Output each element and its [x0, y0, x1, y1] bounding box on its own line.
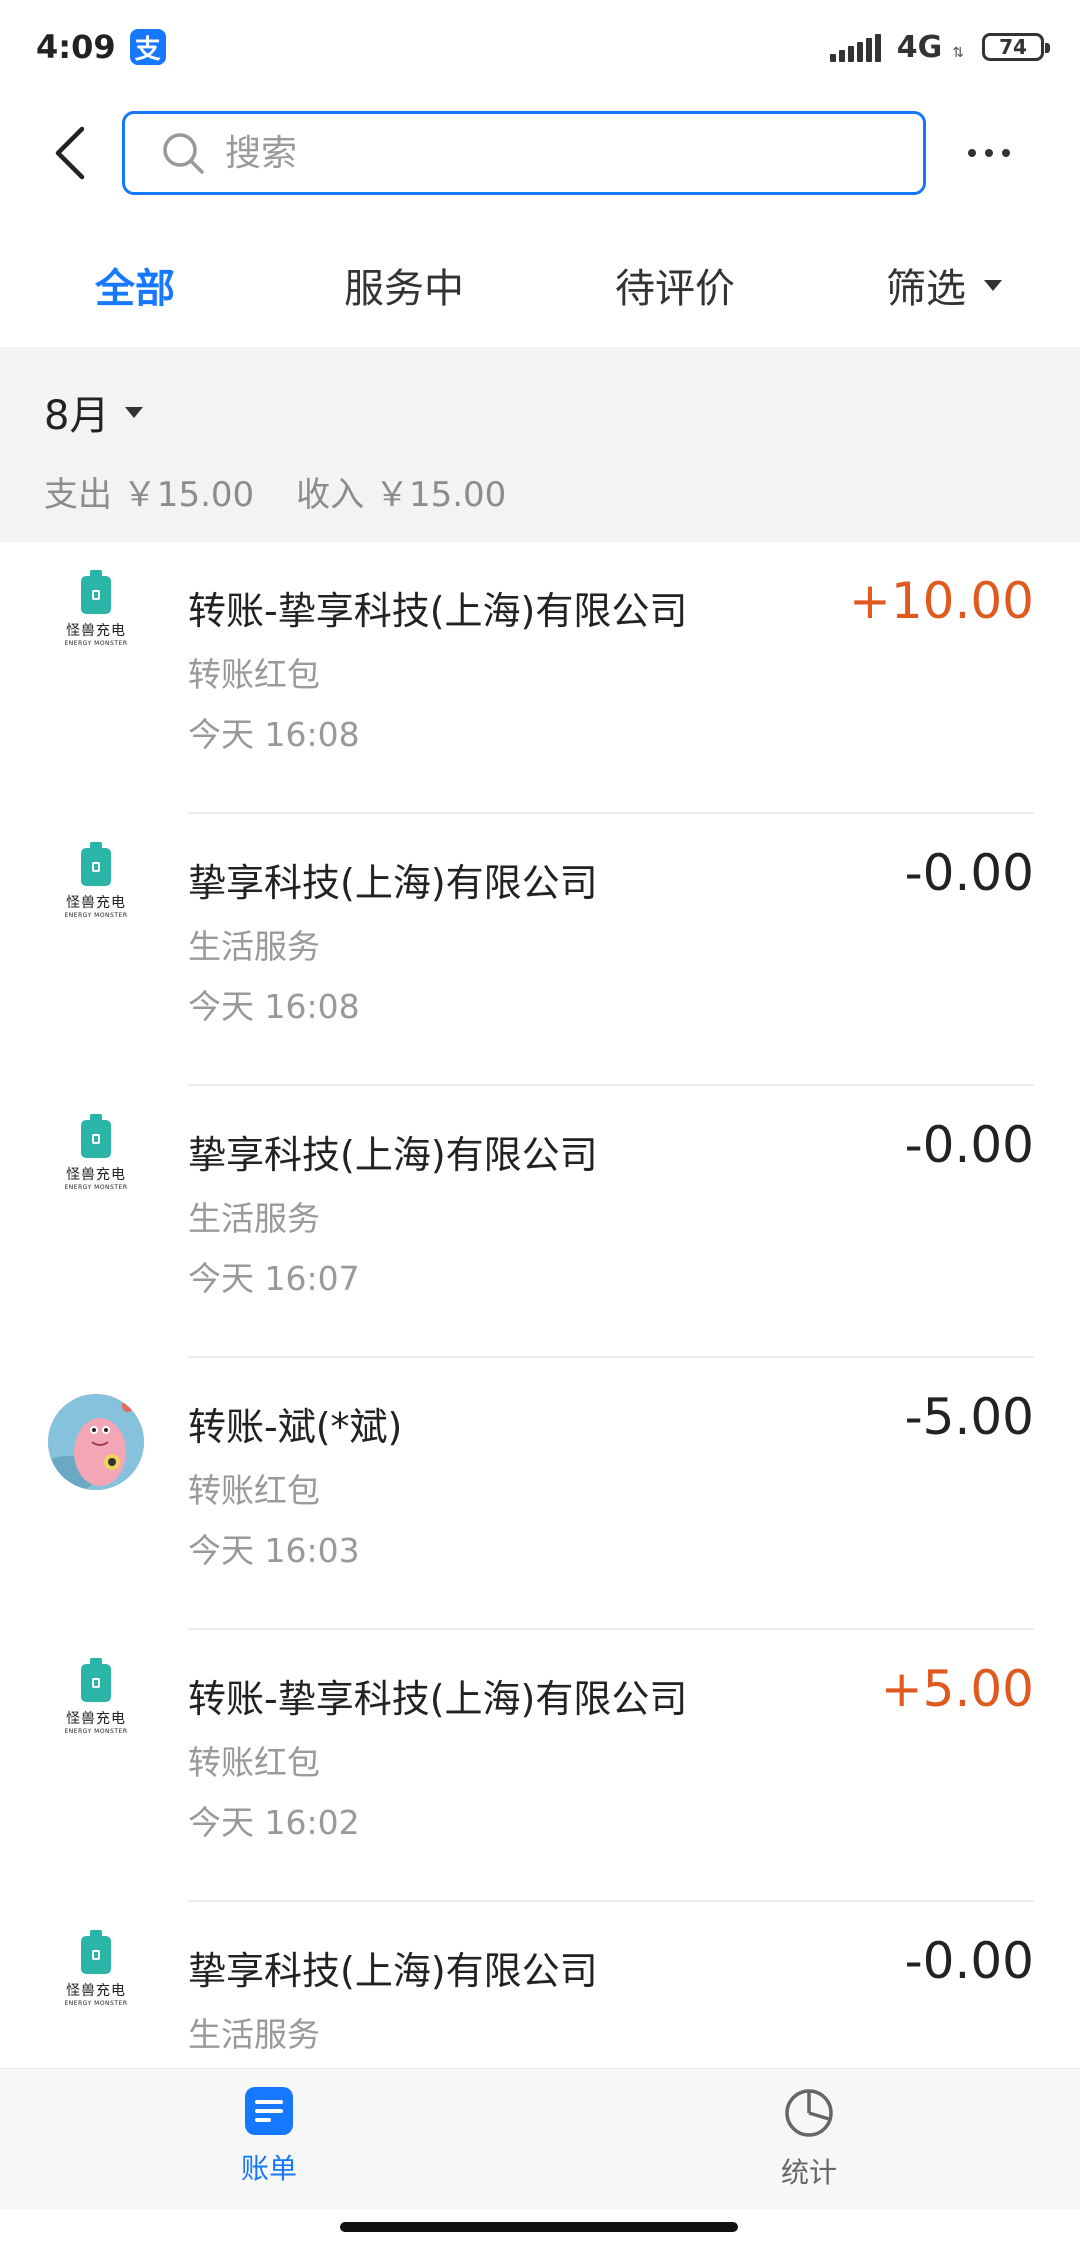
search-icon [161, 131, 205, 175]
bill-amount: +5.00 [880, 1660, 1034, 1718]
signal-icon [829, 32, 881, 62]
bill-amount: -0.00 [904, 1116, 1034, 1174]
bill-row[interactable]: 怪兽充电 ENERGY MONSTER 挚享科技(上海)有限公司 生活服务 今天… [0, 1086, 1080, 1358]
bill-title: 转账-斌(*斌) [188, 1405, 403, 1449]
more-options-button[interactable] [962, 123, 1016, 183]
month-summary: 8月 支出 ￥15.00 收入 ￥15.00 [0, 347, 1080, 542]
filter-label: 筛选 [886, 266, 966, 312]
logo-text: 怪兽充电 [66, 1983, 126, 1999]
more-dot-icon [1002, 149, 1010, 157]
nav-bills[interactable]: 账单 [189, 2087, 349, 2187]
bill-row[interactable]: 怪兽充电 ENERGY MONSTER 转账-挚享科技(上海)有限公司 转账红包… [0, 542, 1080, 814]
bill-title: 转账-挚享科技(上海)有限公司 [188, 1677, 688, 1721]
bottom-nav: 账单 统计 [0, 2068, 1080, 2209]
battery-level: 74 [999, 35, 1027, 59]
month-label: 8月 [44, 393, 110, 439]
energy-monster-logo-icon: 怪兽充电 ENERGY MONSTER [48, 842, 144, 942]
logo-subtext: ENERGY MONSTER [64, 1184, 128, 1191]
energy-monster-logo-icon: 怪兽充电 ENERGY MONSTER [48, 1114, 144, 1214]
income-total: 收入 ￥15.00 [296, 475, 507, 515]
tab-to-review[interactable]: 待评价 [615, 256, 735, 314]
header [0, 110, 1080, 196]
tab-all[interactable]: 全部 [95, 256, 175, 314]
bill-amount: -0.00 [904, 844, 1034, 902]
logo-text: 怪兽充电 [66, 623, 126, 639]
bill-row[interactable]: 怪兽充电 ENERGY MONSTER 挚享科技(上海)有限公司 生活服务 今天… [0, 814, 1080, 1086]
bill-category: 生活服务 [188, 1199, 320, 1238]
bill-title: 挚享科技(上海)有限公司 [188, 1949, 598, 1993]
bill-list: 怪兽充电 ENERGY MONSTER 转账-挚享科技(上海)有限公司 转账红包… [0, 542, 1080, 2174]
bill-row[interactable]: 怪兽充电 ENERGY MONSTER 转账-挚享科技(上海)有限公司 转账红包… [0, 1630, 1080, 1902]
energy-monster-logo-icon: 怪兽充电 ENERGY MONSTER [48, 570, 144, 670]
bill-amount: -5.00 [904, 1388, 1034, 1446]
data-activity-icon: ⇅ [952, 45, 964, 61]
bill-title: 转账-挚享科技(上海)有限公司 [188, 589, 688, 633]
bill-title: 挚享科技(上海)有限公司 [188, 1133, 598, 1177]
more-dot-icon [985, 149, 993, 157]
logo-text: 怪兽充电 [66, 895, 126, 911]
bill-row[interactable]: 转账-斌(*斌) 转账红包 今天 16:03 -5.00 [0, 1358, 1080, 1630]
bill-category: 转账红包 [188, 1743, 320, 1782]
status-indicators: 4G ⇅ 74 [829, 29, 1050, 65]
bill-time: 今天 16:08 [188, 715, 360, 754]
bill-title: 挚享科技(上海)有限公司 [188, 861, 598, 905]
bill-category: 转账红包 [188, 655, 320, 694]
bill-category: 生活服务 [188, 927, 320, 966]
logo-subtext: ENERGY MONSTER [64, 640, 128, 647]
month-selector[interactable]: 8月 [44, 383, 144, 441]
bill-amount: +10.00 [848, 572, 1034, 630]
tab-in-service[interactable]: 服务中 [344, 256, 464, 314]
alipay-icon: 支 [129, 29, 166, 65]
chevron-left-icon [55, 126, 85, 180]
pie-chart-icon [785, 2089, 833, 2137]
filter-tabs: 全部 服务中 待评价 筛选 [0, 240, 1080, 330]
logo-subtext: ENERGY MONSTER [64, 912, 128, 919]
expense-total: 支出 ￥15.00 [44, 475, 255, 515]
logo-text: 怪兽充电 [66, 1167, 126, 1183]
bill-time: 今天 16:08 [188, 987, 360, 1026]
nav-statistics[interactable]: 统计 [729, 2087, 889, 2191]
more-dot-icon [968, 149, 976, 157]
nav-bills-label: 账单 [240, 2152, 297, 2185]
status-time: 4:09 [36, 28, 116, 66]
tab-filter[interactable]: 筛选 [886, 256, 1002, 314]
bill-category: 生活服务 [188, 2015, 320, 2054]
search-box[interactable] [122, 111, 926, 195]
user-avatar [48, 1394, 144, 1490]
bill-time: 今天 16:02 [188, 1803, 360, 1842]
bill-amount: -0.00 [904, 1932, 1034, 1990]
caret-down-icon [125, 406, 144, 418]
network-type: 4G [896, 29, 943, 65]
energy-monster-logo-icon: 怪兽充电 ENERGY MONSTER [48, 1930, 144, 2030]
logo-text: 怪兽充电 [66, 1711, 126, 1727]
status-bar: 4:09 支 4G ⇅ 74 [0, 0, 1080, 94]
bill-time: 今天 16:07 [188, 1259, 360, 1298]
energy-monster-logo-icon: 怪兽充电 ENERGY MONSTER [48, 1658, 144, 1758]
logo-subtext: ENERGY MONSTER [64, 1728, 128, 1735]
back-button[interactable] [40, 123, 100, 183]
home-indicator[interactable] [340, 2222, 738, 2232]
bill-category: 转账红包 [188, 1471, 320, 1510]
battery-icon: 74 [982, 33, 1050, 61]
bill-time: 今天 16:03 [188, 1531, 360, 1570]
search-input[interactable] [223, 131, 827, 175]
caret-down-icon [984, 279, 1002, 291]
nav-statistics-label: 统计 [780, 2156, 837, 2189]
logo-subtext: ENERGY MONSTER [64, 2000, 128, 2007]
month-totals: 支出 ￥15.00 收入 ￥15.00 [44, 467, 506, 516]
bill-list-icon [245, 2087, 293, 2135]
